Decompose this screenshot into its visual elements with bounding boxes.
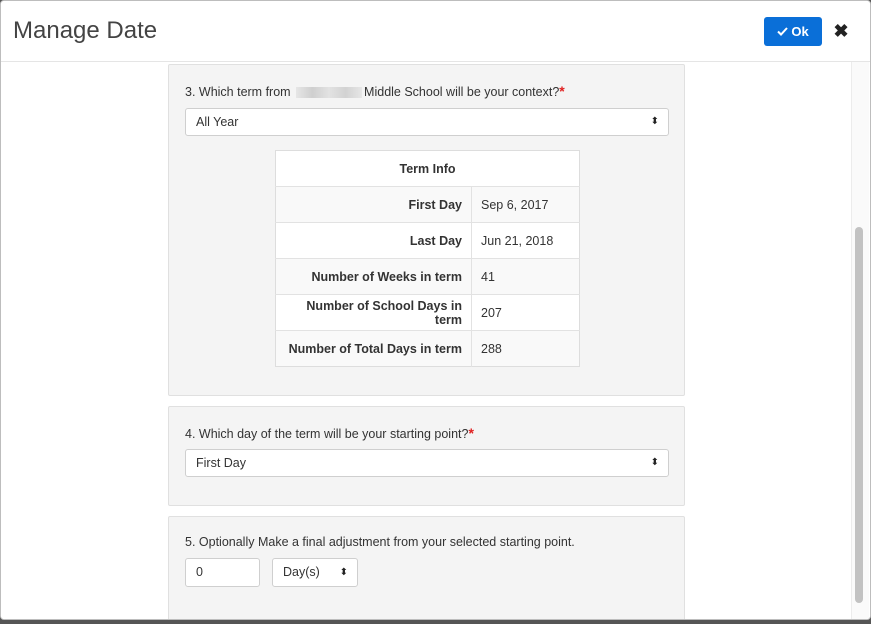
table-row: Number of Weeks in term 41 xyxy=(275,258,580,295)
modal-title: Manage Date xyxy=(13,17,158,44)
term-question-text-end: Middle School will be your context? xyxy=(364,85,560,99)
adjustment-amount-input[interactable]: 0 xyxy=(185,558,260,587)
select-arrows-icon: ⬍ xyxy=(650,457,659,468)
scrollbar-thumb[interactable] xyxy=(855,227,863,603)
ok-button-label: Ok xyxy=(791,24,809,39)
term-select[interactable]: All Year ⬍ xyxy=(185,108,669,136)
starting-point-select[interactable]: First Day ⬍ xyxy=(185,449,669,477)
redacted-school-name xyxy=(296,87,363,99)
close-icon[interactable]: ✖ xyxy=(832,21,850,41)
term-info-label: Last Day xyxy=(275,222,472,259)
ok-button[interactable]: Ok xyxy=(764,17,822,46)
term-info-header: Term Info xyxy=(275,150,580,187)
term-select-value: All Year xyxy=(196,115,239,129)
adjustment-panel: 5. Optionally Make a final adjustment fr… xyxy=(168,516,685,619)
adjustment-unit-value: Day(s) xyxy=(283,565,320,579)
term-info-value: 288 xyxy=(471,330,580,367)
required-marker: * xyxy=(468,425,474,441)
term-question: 3. Which term from Middle School will be… xyxy=(185,83,565,99)
starting-point-select-value: First Day xyxy=(196,456,246,470)
adjustment-unit-select[interactable]: Day(s) ⬍ xyxy=(272,558,358,587)
term-question-text-start: 3. Which term from xyxy=(185,85,295,99)
term-info-label: Number of Total Days in term xyxy=(275,330,472,367)
table-row: Last Day Jun 21, 2018 xyxy=(275,222,580,259)
term-context-panel: 3. Which term from Middle School will be… xyxy=(168,64,685,396)
starting-point-panel: 4. Which day of the term will be your st… xyxy=(168,406,685,506)
manage-date-modal: Manage Date Ok ✖ 3. Which term from Midd… xyxy=(0,0,871,620)
starting-point-question-text: 4. Which day of the term will be your st… xyxy=(185,427,469,441)
term-info-value: Sep 6, 2017 xyxy=(471,186,580,223)
check-icon xyxy=(777,24,789,39)
required-marker: * xyxy=(559,83,565,99)
starting-point-question: 4. Which day of the term will be your st… xyxy=(185,425,474,441)
term-info-value: Jun 21, 2018 xyxy=(471,222,580,259)
term-info-value: 207 xyxy=(471,294,580,331)
table-row: Number of Total Days in term 288 xyxy=(275,330,580,367)
table-row: Number of School Days in term 207 xyxy=(275,294,580,331)
modal-body: 3. Which term from Middle School will be… xyxy=(1,62,870,619)
select-arrows-icon: ⬍ xyxy=(339,567,348,578)
modal-header: Manage Date Ok ✖ xyxy=(1,1,870,62)
term-info-label: Number of Weeks in term xyxy=(275,258,472,295)
term-info-label: Number of School Days in term xyxy=(275,294,472,331)
term-info-table: Term Info First Day Sep 6, 2017 Last Day… xyxy=(275,150,580,367)
table-row: First Day Sep 6, 2017 xyxy=(275,186,580,223)
adjustment-question: 5. Optionally Make a final adjustment fr… xyxy=(185,535,575,549)
select-arrows-icon: ⬍ xyxy=(650,116,659,127)
term-info-label: First Day xyxy=(275,186,472,223)
term-info-value: 41 xyxy=(471,258,580,295)
